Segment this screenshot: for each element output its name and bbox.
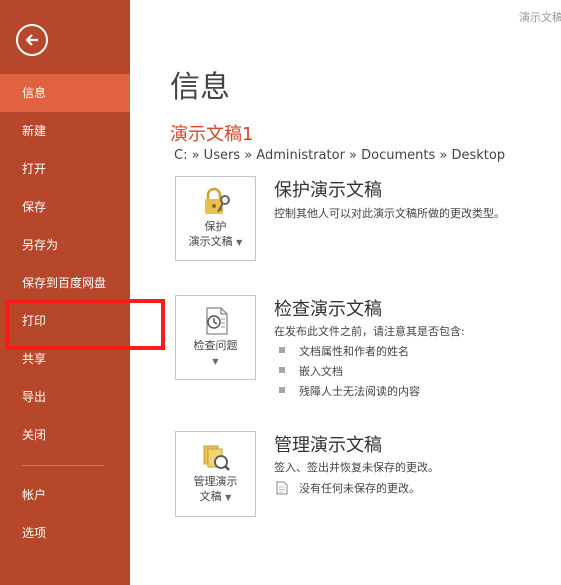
nav-divider bbox=[22, 465, 104, 466]
nav-export[interactable]: 导出 bbox=[0, 378, 130, 416]
lock-key-icon bbox=[204, 187, 230, 214]
nav-save-as[interactable]: 另存为 bbox=[0, 226, 130, 264]
inspect-description: 在发布此文件之前，请注意其是否包含: bbox=[274, 325, 465, 338]
dropdown-caret-icon: ▼ bbox=[236, 238, 243, 247]
protect-tile-label-1: 保护 bbox=[204, 220, 227, 233]
dropdown-caret-icon: ▼ bbox=[225, 493, 232, 502]
protect-description: 控制其他人可以对此演示文稿所做的更改类型。 bbox=[274, 207, 505, 220]
inspect-document-icon bbox=[205, 307, 228, 335]
protect-presentation-button[interactable]: 保护 演示文稿 ▼ bbox=[175, 176, 256, 261]
page-title: 信息 bbox=[170, 70, 230, 105]
nav-options[interactable]: 选项 bbox=[0, 514, 130, 552]
check-issues-button[interactable]: 检查问题 ▼ bbox=[175, 295, 256, 380]
bullet-square-icon bbox=[279, 367, 285, 373]
backstage-sidebar: 信息 新建 打开 保存 另存为 保存到百度网盘 打印 共享 导出 关闭 帐户 选… bbox=[0, 0, 130, 585]
manage-description: 签入、签出并恢复未保存的更改。 bbox=[274, 461, 439, 474]
protect-tile-label-2: 演示文稿 ▼ bbox=[188, 235, 243, 248]
print-highlight-annotation bbox=[5, 299, 165, 350]
document-icon bbox=[276, 481, 288, 495]
nav-close[interactable]: 关闭 bbox=[0, 416, 130, 454]
nav-save[interactable]: 保存 bbox=[0, 188, 130, 226]
nav-open[interactable]: 打开 bbox=[0, 150, 130, 188]
back-button[interactable] bbox=[16, 24, 48, 56]
bullet-square-icon bbox=[279, 387, 285, 393]
nav-account[interactable]: 帐户 bbox=[0, 476, 130, 514]
check-issues-label: 检查问题 bbox=[193, 339, 238, 352]
nav-save-to-baidu[interactable]: 保存到百度网盘 bbox=[0, 264, 130, 302]
nav-new[interactable]: 新建 bbox=[0, 112, 130, 150]
check-issues-caret: ▼ bbox=[176, 353, 255, 369]
document-title: 演示文稿1 bbox=[170, 124, 254, 145]
manage-versions-icon bbox=[203, 445, 230, 471]
manage-tile-label-2: 文稿 ▼ bbox=[199, 490, 232, 503]
back-arrow-icon bbox=[25, 34, 38, 46]
manage-presentation-button[interactable]: 管理演示 文稿 ▼ bbox=[175, 431, 256, 517]
manage-note: 没有任何未保存的更改。 bbox=[299, 482, 420, 495]
dropdown-caret-icon: ▼ bbox=[212, 357, 219, 366]
inspect-item: 残障人士无法阅读的内容 bbox=[299, 385, 420, 398]
manage-tile-label-1: 管理演示 bbox=[193, 475, 238, 488]
protect-title: 保护演示文稿 bbox=[274, 180, 382, 201]
manage-title: 管理演示文稿 bbox=[274, 435, 382, 456]
bullet-square-icon bbox=[279, 347, 285, 353]
window-title: 演示文稿 bbox=[519, 11, 561, 24]
inspect-item: 嵌入文档 bbox=[299, 365, 343, 378]
nav-info[interactable]: 信息 bbox=[0, 74, 130, 112]
inspect-title: 检查演示文稿 bbox=[274, 299, 382, 320]
inspect-item: 文档属性和作者的姓名 bbox=[299, 345, 409, 358]
document-path: C: » Users » Administrator » Documents »… bbox=[174, 148, 506, 163]
